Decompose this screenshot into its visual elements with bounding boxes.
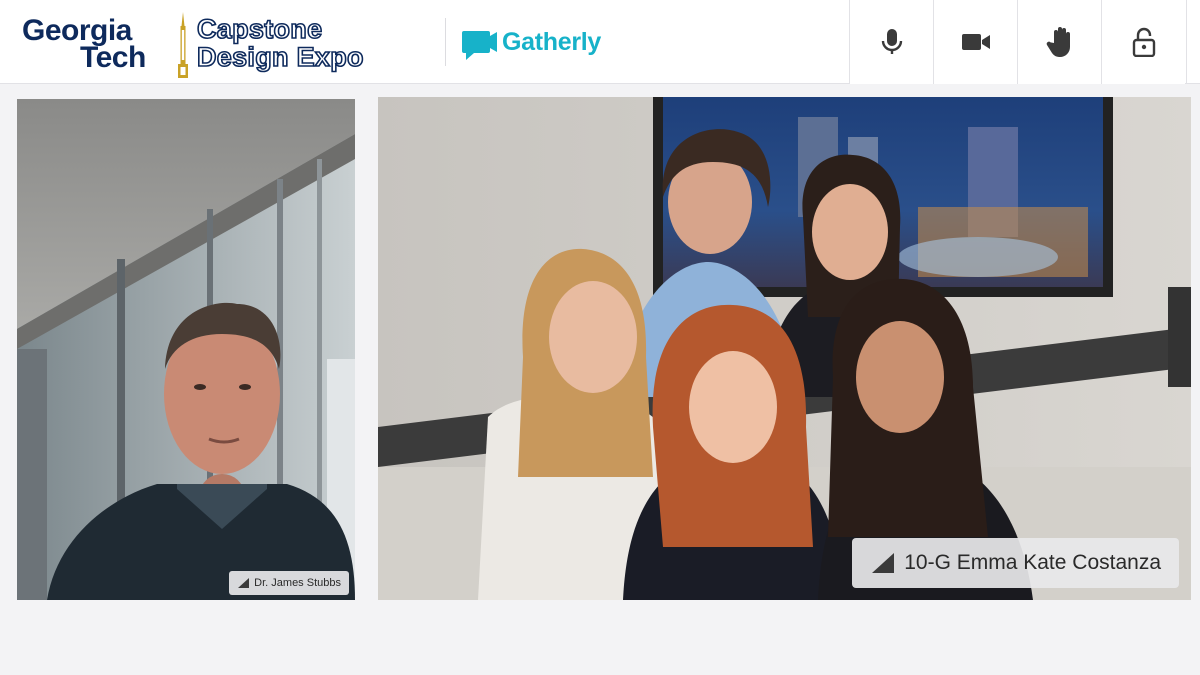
raise-hand-button[interactable] [1017, 0, 1101, 84]
participant-name: Dr. James Stubbs [254, 577, 341, 589]
hand-icon [1046, 27, 1070, 57]
event-title-line-2: Design Expo [196, 42, 364, 72]
unlock-icon [1132, 27, 1155, 57]
event-title-line-1: Capstone [196, 14, 323, 44]
lock-button[interactable] [1101, 0, 1185, 84]
participant-video-tile[interactable]: 10-G Emma Kate Costanza [378, 97, 1191, 600]
video-camera-icon [961, 34, 990, 50]
event-title: Capstone Design Expo [196, 14, 364, 72]
gatherly-camera-icon [462, 31, 497, 60]
top-bar: Georgia Tech Capstone Design Expo Gather… [0, 0, 1200, 84]
video-feed [378, 97, 1191, 600]
participant-video-tile[interactable]: Dr. James Stubbs [17, 99, 355, 600]
microphone-icon [881, 29, 902, 54]
participant-name-tag: Dr. James Stubbs [229, 571, 349, 595]
participant-name: 10-G Emma Kate Costanza [904, 551, 1161, 574]
microphone-button[interactable] [849, 0, 933, 84]
signal-icon [238, 578, 250, 588]
logo-line-2: Tech [80, 41, 146, 74]
tech-tower-icon [178, 12, 188, 78]
camera-button[interactable] [933, 0, 1017, 84]
participant-name-tag: 10-G Emma Kate Costanza [852, 538, 1179, 588]
toolbar-edge [1186, 0, 1187, 84]
header-divider [445, 18, 446, 66]
brand-name: Gatherly [502, 28, 602, 56]
video-feed [17, 99, 355, 600]
signal-icon [872, 553, 895, 573]
